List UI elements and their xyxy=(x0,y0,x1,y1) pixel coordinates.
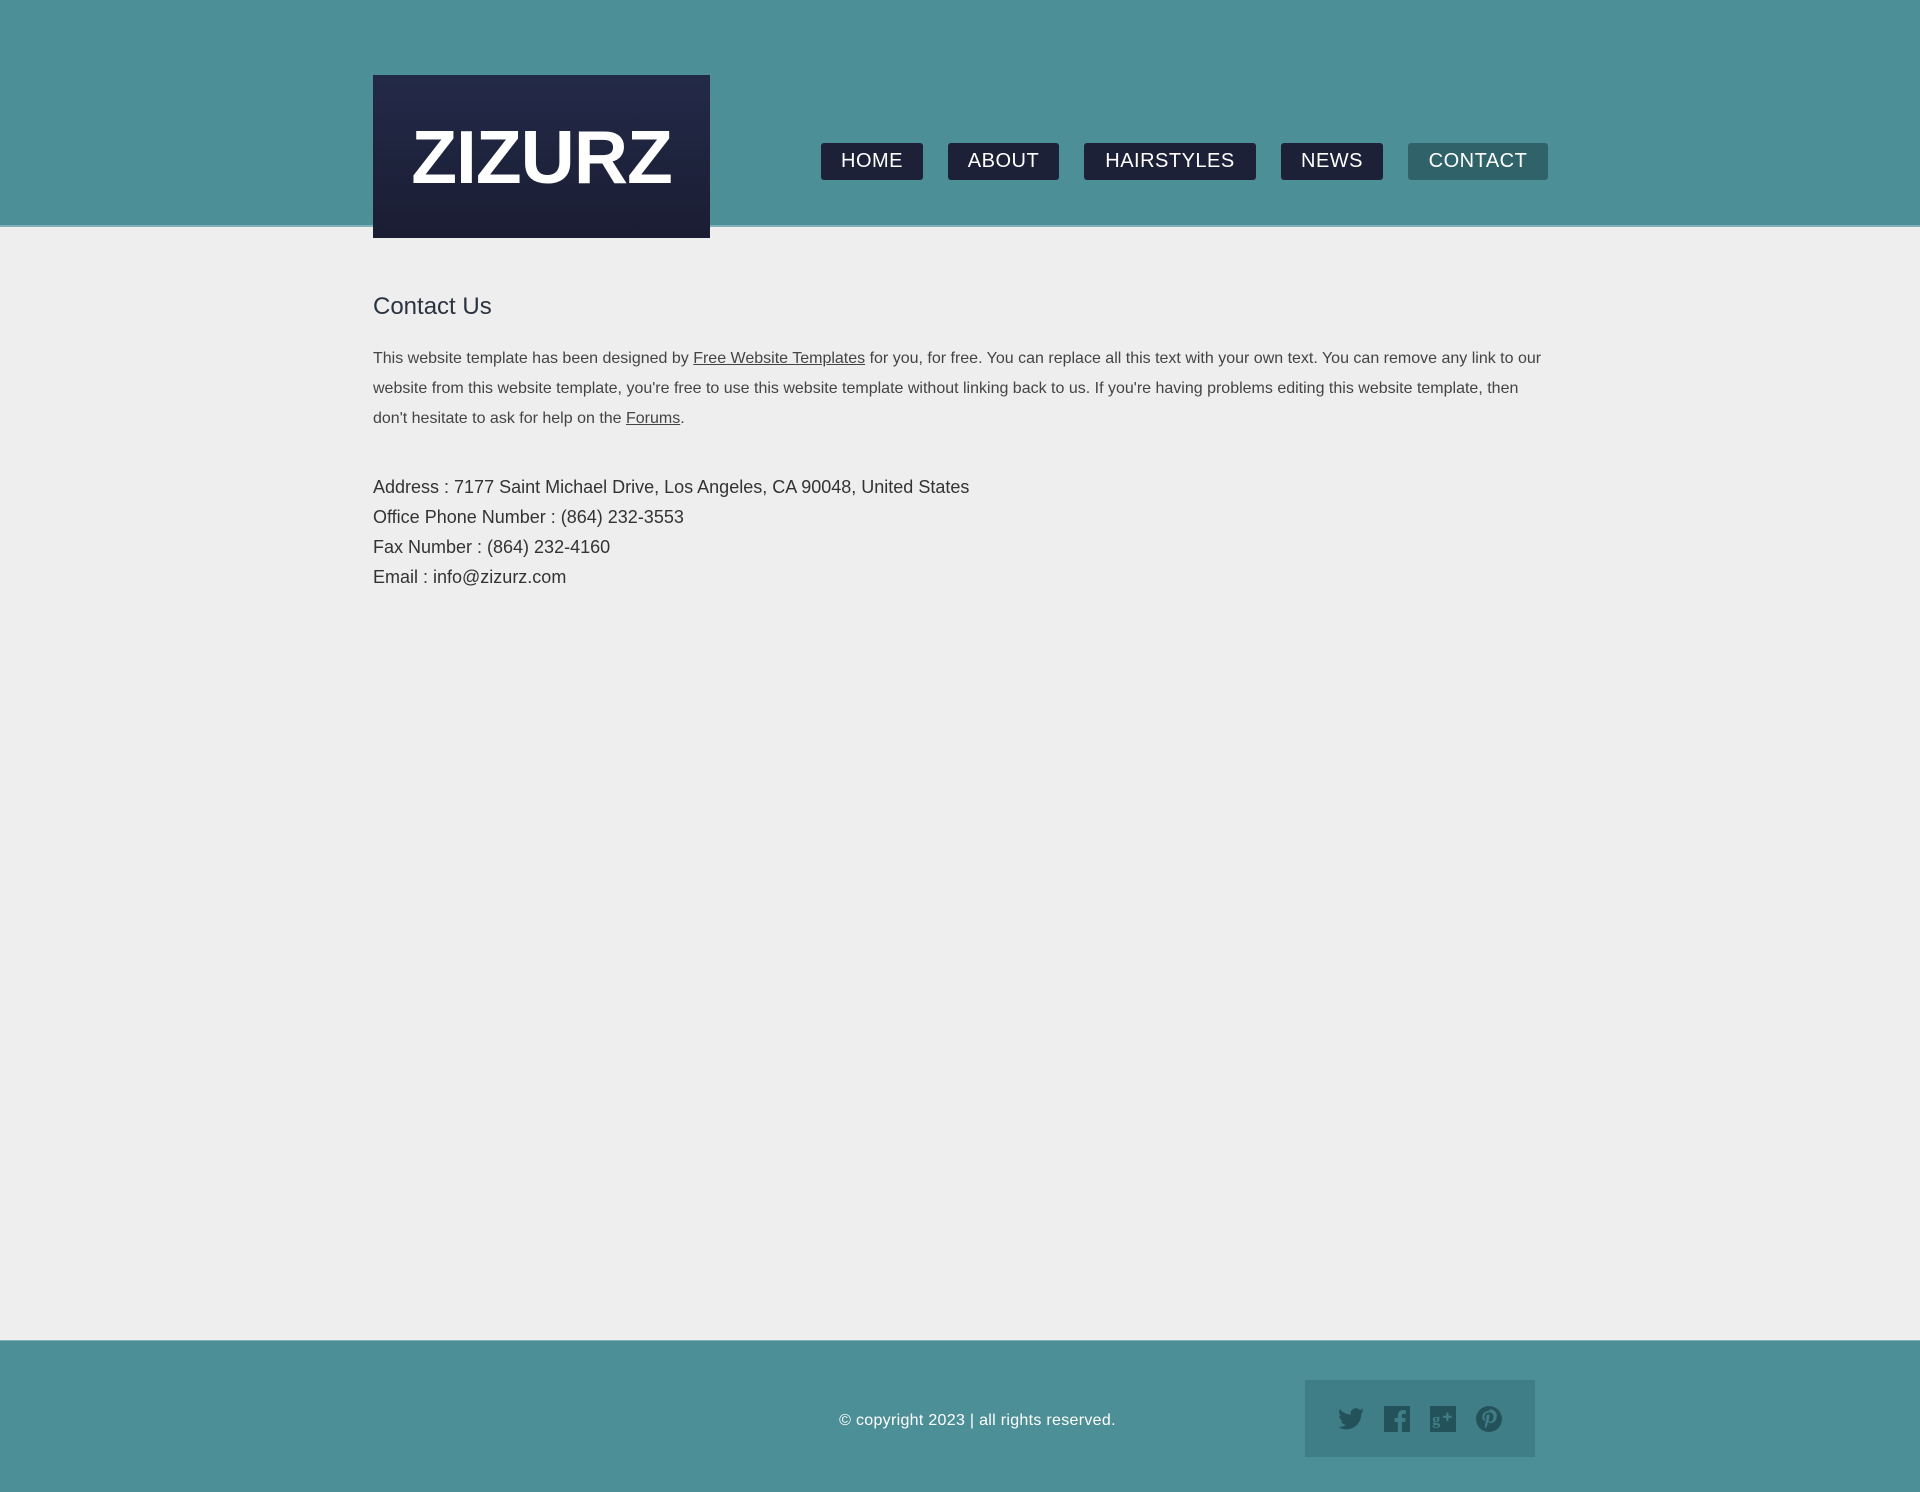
logo-text: ZIZURZ xyxy=(411,114,673,199)
intro-text-1: This website template has been designed … xyxy=(373,350,694,367)
fax-line: Fax Number : (864) 232-4160 xyxy=(373,537,611,557)
social-links: g xyxy=(1305,1380,1535,1457)
page-title: Contact Us xyxy=(373,293,492,320)
address-line: Address : 7177 Saint Michael Drive, Los … xyxy=(373,477,970,497)
nav-item-hairstyles[interactable]: HAIRSTYLES xyxy=(1084,143,1256,180)
intro-paragraph: This website template has been designed … xyxy=(373,344,1553,434)
contact-details: Address : 7177 Saint Michael Drive, Los … xyxy=(373,472,1553,592)
copyright-text: © copyright 2023 | all rights reserved. xyxy=(839,1412,1116,1429)
main-content: Contact Us This website template has bee… xyxy=(373,290,1553,592)
svg-text:g: g xyxy=(1432,1410,1440,1428)
twitter-icon[interactable] xyxy=(1328,1404,1374,1434)
nav-item-about[interactable]: ABOUT xyxy=(948,143,1059,180)
site-logo[interactable]: ZIZURZ xyxy=(373,75,710,238)
nav-item-news[interactable]: NEWS xyxy=(1281,143,1383,180)
pinterest-icon[interactable] xyxy=(1466,1404,1512,1434)
free-website-templates-link[interactable]: Free Website Templates xyxy=(693,350,865,367)
forums-link[interactable]: Forums xyxy=(626,410,680,427)
google-plus-icon[interactable]: g xyxy=(1420,1404,1466,1434)
site-header: HOME ABOUT HAIRSTYLES NEWS CONTACT xyxy=(0,0,1920,227)
intro-text-3: . xyxy=(680,410,685,427)
phone-line: Office Phone Number : (864) 232-3553 xyxy=(373,507,684,527)
nav-item-home[interactable]: HOME xyxy=(821,143,923,180)
site-footer: © copyright 2023 | all rights reserved. … xyxy=(0,1340,1920,1492)
email-line: Email : info@zizurz.com xyxy=(373,567,567,587)
facebook-icon[interactable] xyxy=(1374,1404,1420,1434)
nav-item-contact[interactable]: CONTACT xyxy=(1408,143,1548,180)
